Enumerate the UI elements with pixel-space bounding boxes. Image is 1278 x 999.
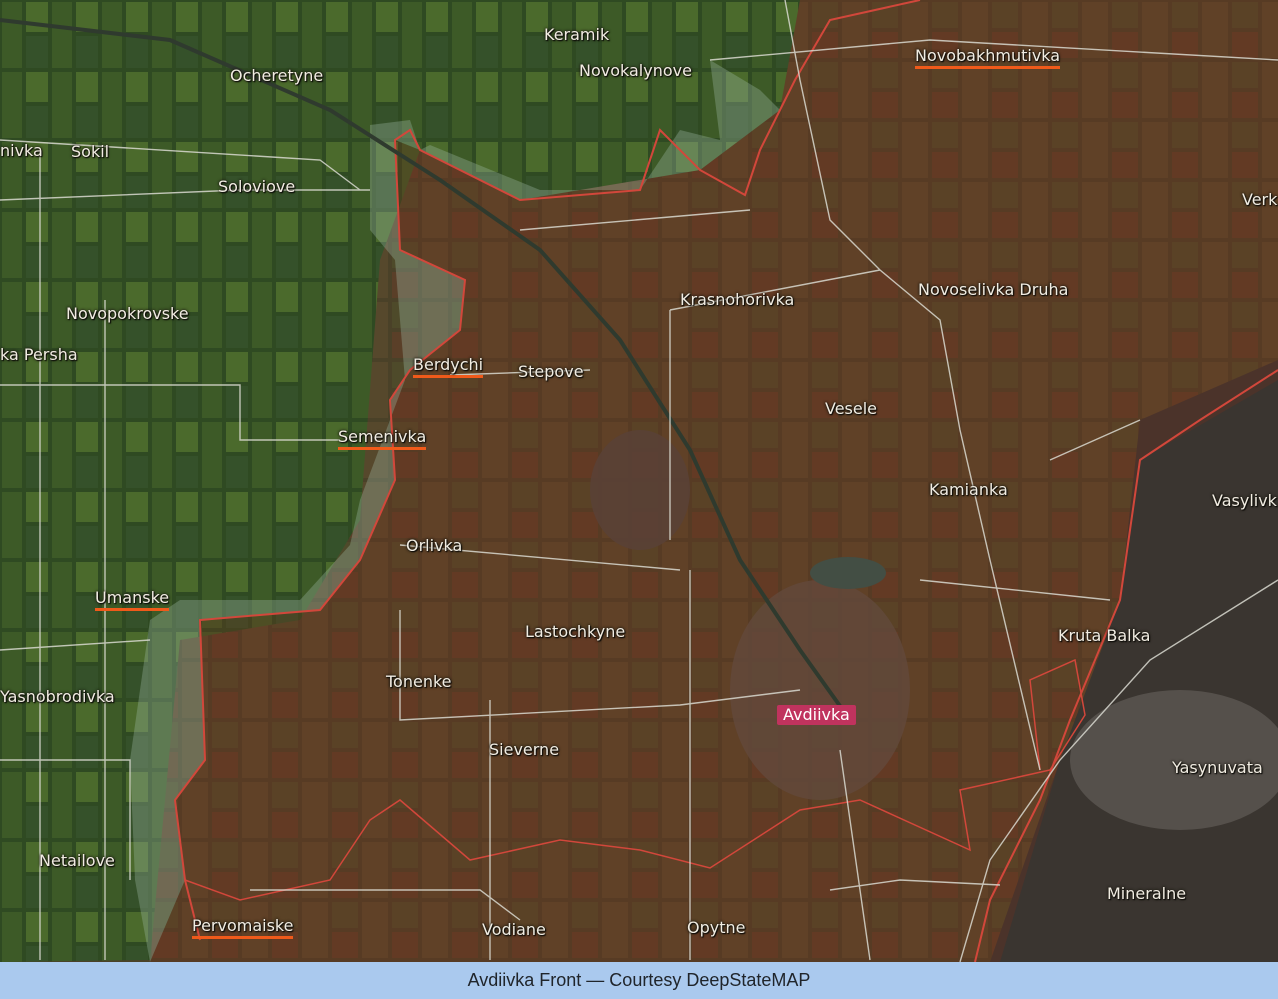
place-netailove[interactable]: Netailove [39, 852, 115, 870]
place-kamianka[interactable]: Kamianka [929, 481, 1008, 499]
place-vasylivka[interactable]: Vasylivk [1212, 492, 1277, 510]
place-orlivka[interactable]: Orlivka [406, 537, 462, 555]
place-pervomaiske[interactable]: Pervomaiske [192, 917, 294, 939]
place-semenivka[interactable]: Semenivka [338, 428, 427, 450]
place-umanske[interactable]: Umanske [95, 589, 170, 611]
place-novoselivka-druha[interactable]: Novoselivka Druha [918, 281, 1068, 299]
place-ocheretyne[interactable]: Ocheretyne [230, 67, 323, 85]
place-mineralne[interactable]: Mineralne [1107, 885, 1186, 903]
place-stepove[interactable]: Stepove [518, 363, 584, 381]
place-avdiivka[interactable]: Avdiivka [777, 705, 856, 725]
satellite-map[interactable]: Keramik Novokalynove Ocheretyne Novobakh… [0, 0, 1278, 962]
place-novokalynove[interactable]: Novokalynove [579, 62, 692, 80]
place-novopokrovske[interactable]: Novopokrovske [66, 305, 189, 323]
place-berdychi[interactable]: Berdychi [413, 356, 484, 378]
place-krasnohorivka[interactable]: Krasnohorivka [680, 291, 794, 309]
place-opytne[interactable]: Opytne [687, 919, 745, 937]
place-tonenke[interactable]: Tonenke [386, 673, 452, 691]
place-lastochkyne[interactable]: Lastochkyne [525, 623, 625, 641]
place-verk[interactable]: Verk [1242, 191, 1277, 209]
map-layers [0, 0, 1278, 962]
place-persha[interactable]: ka Persha [0, 346, 78, 364]
place-yasnobrodivka[interactable]: Yasnobrodivka [0, 688, 115, 706]
place-kruta-balka[interactable]: Kruta Balka [1058, 627, 1150, 645]
place-vodiane[interactable]: Vodiane [482, 921, 546, 939]
place-keramik[interactable]: Keramik [544, 26, 609, 44]
place-ivka[interactable]: nivka [0, 142, 43, 160]
place-yasynuvata[interactable]: Yasynuvata [1172, 759, 1263, 777]
place-sokil[interactable]: Sokil [71, 143, 109, 161]
place-novobakhmutivka[interactable]: Novobakhmutivka [915, 47, 1061, 69]
map-caption: Avdiivka Front — Courtesy DeepStateMAP [0, 962, 1278, 999]
place-sieverne[interactable]: Sieverne [489, 741, 559, 759]
place-vesele[interactable]: Vesele [825, 400, 877, 418]
place-soloviove[interactable]: Soloviove [218, 178, 295, 196]
